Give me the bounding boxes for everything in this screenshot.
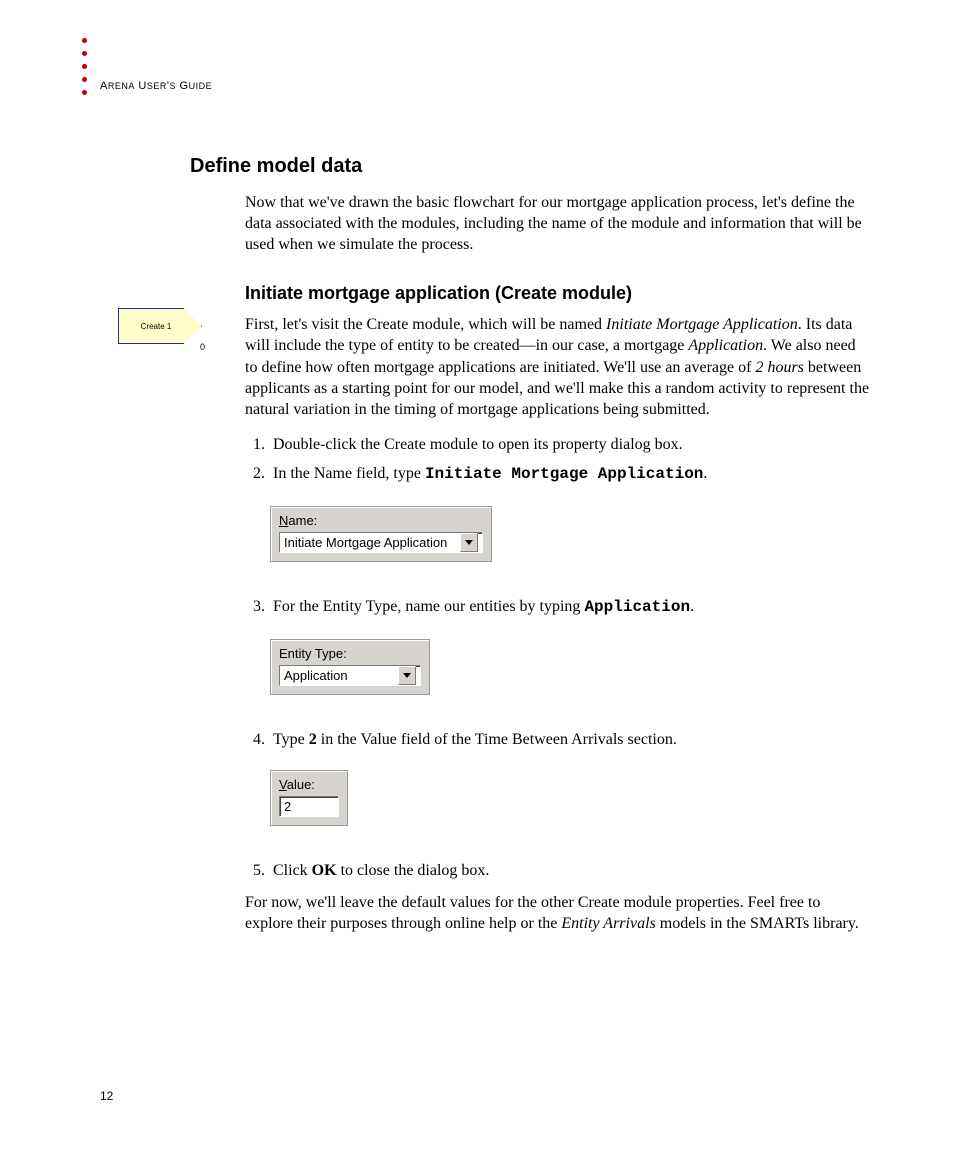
step-text: Type [273,731,309,748]
step-text: . [690,598,694,615]
step-2: In the Name field, type Initiate Mortgag… [269,463,870,486]
step-text: in the Value field of the Time Between A… [317,731,677,748]
value-field-label: Value: [279,777,339,792]
step-code: Initiate Mortgage Application [425,465,703,483]
label-underline: V [279,777,287,792]
step-1: Double-click the Create module to open i… [269,434,870,456]
label-rest: alue: [287,777,315,792]
label-underline: N [279,513,288,528]
bullet-dot [82,51,87,56]
step-bold: 2 [309,731,317,748]
value-field-screenshot: Value: [270,770,348,826]
create-intro-paragraph: First, let's visit the Create module, wh… [245,314,870,420]
steps-list-cont2: Type 2 in the Value field of the Time Be… [245,729,870,751]
page-number: 12 [100,1089,113,1103]
step-4: Type 2 in the Value field of the Time Be… [269,729,870,751]
name-combobox[interactable] [279,532,483,553]
entity-input[interactable] [280,666,398,685]
text: models in the SMARTs library. [656,915,859,932]
heading-initiate-mortgage: Initiate mortgage application (Create mo… [245,283,870,304]
chevron-down-icon [403,673,411,678]
step-code: Application [584,598,690,616]
steps-list-cont: For the Entity Type, name our entities b… [245,596,870,619]
entity-field-screenshot: Entity Type: [270,639,430,695]
label-rest: ame: [288,513,317,528]
step-bold: OK [312,862,337,879]
intro-paragraph: Now that we've drawn the basic flowchart… [245,192,870,255]
step-3: For the Entity Type, name our entities b… [269,596,870,619]
heading-define-model-data: Define model data [190,155,870,178]
bullet-dot [82,77,87,82]
text-italic: Application [688,337,763,354]
margin-bullets [82,38,87,95]
name-input[interactable] [280,533,460,552]
step-text: to close the dialog box. [337,862,490,879]
steps-list-cont3: Click OK to close the dialog box. [245,860,870,882]
steps-list: Double-click the Create module to open i… [245,434,870,486]
text: First, let's visit the Create module, wh… [245,316,606,333]
text-italic: Entity Arrivals [561,915,655,932]
step-text: For the Entity Type, name our entities b… [273,598,584,615]
dropdown-button[interactable] [460,533,478,552]
entity-combobox[interactable] [279,665,421,686]
bullet-dot [82,64,87,69]
closing-paragraph: For now, we'll leave the default values … [245,892,870,934]
value-input[interactable] [279,796,339,817]
entity-field-label: Entity Type: [279,646,421,661]
step-text: Double-click the Create module to open i… [273,436,683,453]
step-text: . [703,465,707,482]
text-italic: Initiate Mortgage Application [606,316,798,333]
name-field-screenshot: Name: [270,506,492,562]
name-field-label: Name: [279,513,483,528]
step-text: Click [273,862,312,879]
running-header: ARENA USER'S GUIDE ARENA USER'S GUIDE [100,80,212,92]
step-5: Click OK to close the dialog box. [269,860,870,882]
step-text: In the Name field, type [273,465,425,482]
bullet-dot [82,38,87,43]
bullet-dot [82,90,87,95]
text-italic: 2 hours [755,359,803,376]
main-content: Define model data Now that we've drawn t… [100,155,870,944]
chevron-down-icon [465,540,473,545]
dropdown-button[interactable] [398,666,416,685]
